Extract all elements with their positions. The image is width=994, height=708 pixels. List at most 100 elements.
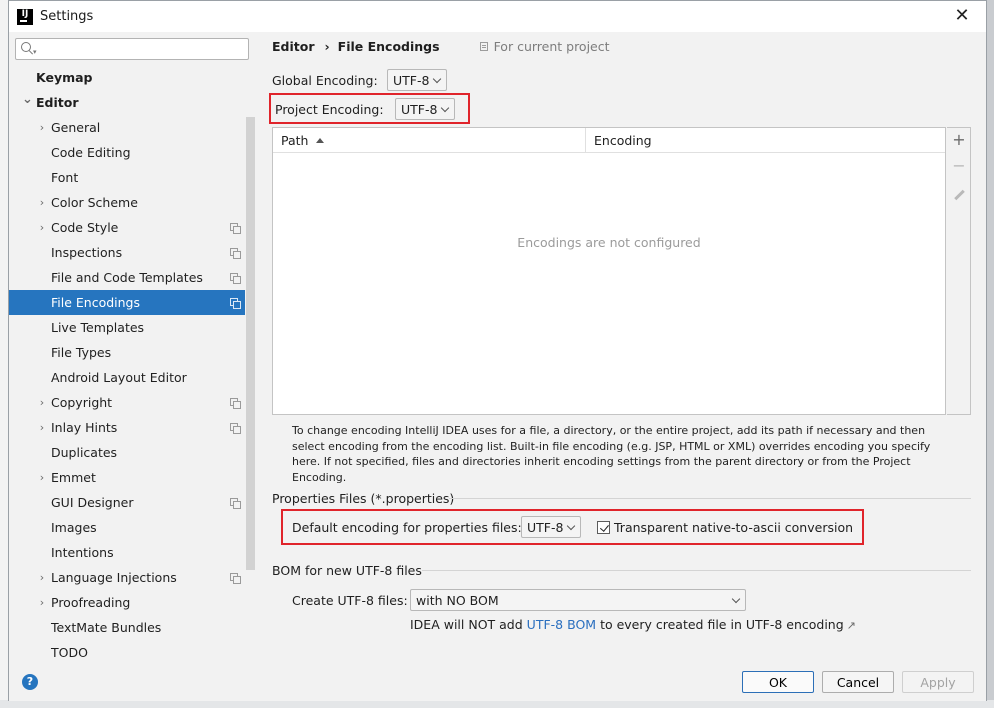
sidebar-item-textmate-bundles[interactable]: TextMate Bundles xyxy=(9,615,245,640)
sidebar-item-live-templates[interactable]: Live Templates xyxy=(9,315,245,340)
column-header-encoding[interactable]: Encoding xyxy=(586,128,652,152)
table-toolbar: + − xyxy=(947,127,971,415)
sidebar-item-intentions[interactable]: Intentions xyxy=(9,540,245,565)
chevron-right-icon[interactable]: › xyxy=(37,221,47,234)
chevron-down-icon[interactable]: ⌄ xyxy=(22,92,33,107)
sidebar-item-file-types[interactable]: File Types xyxy=(9,340,245,365)
properties-section-title: Properties Files (*.properties) xyxy=(272,491,455,506)
chevron-down-icon xyxy=(568,523,575,530)
chevron-right-icon[interactable]: › xyxy=(37,196,47,209)
chevron-right-icon[interactable]: › xyxy=(37,121,47,134)
chevron-right-icon[interactable]: › xyxy=(37,421,47,434)
sidebar-item-file-and-code-templates[interactable]: File and Code Templates xyxy=(9,265,245,290)
intellij-app-icon: IJ xyxy=(17,8,33,25)
breadcrumb-current: File Encodings xyxy=(337,39,440,54)
sidebar-item-label: Language Injections xyxy=(51,570,177,585)
sort-ascending-icon xyxy=(316,137,325,143)
sidebar-item-label: General xyxy=(51,120,101,135)
sidebar-item-duplicates[interactable]: Duplicates xyxy=(9,440,245,465)
sidebar-item-proofreading[interactable]: › Proofreading xyxy=(9,590,245,615)
settings-dialog: IJ Settings ✕ ▾ Keymap ⌄ Editor › General Cod… xyxy=(8,0,987,701)
utf8-bom-link[interactable]: UTF-8 BOM xyxy=(527,617,596,632)
chevron-right-icon[interactable]: › xyxy=(37,571,47,584)
encodings-table: Path Encoding Encodings are not configur… xyxy=(272,127,946,415)
encoding-description: To change encoding IntelliJ IDEA uses fo… xyxy=(292,424,931,484)
sidebar-item-emmet[interactable]: › Emmet xyxy=(9,465,245,490)
bom-section-title: BOM for new UTF-8 files xyxy=(272,563,422,578)
remove-icon[interactable]: − xyxy=(947,156,971,175)
sidebar-item-android-layout-editor[interactable]: Android Layout Editor xyxy=(9,365,245,390)
breadcrumb: Editor › File Encodings For current proj… xyxy=(272,39,610,54)
search-input[interactable] xyxy=(40,40,248,58)
sidebar-item-file-encodings[interactable]: File Encodings xyxy=(9,290,245,315)
sidebar-item-general[interactable]: › General xyxy=(9,115,245,140)
native-to-ascii-checkbox[interactable] xyxy=(597,521,610,534)
cancel-button[interactable]: Cancel xyxy=(822,671,894,693)
edit-pencil-icon[interactable] xyxy=(953,190,965,202)
settings-sidebar: ▾ Keymap ⌄ Editor › General Code Editing Font ›… xyxy=(9,32,255,669)
file-encodings-panel: Editor › File Encodings For current proj… xyxy=(255,32,988,669)
properties-encoding-select[interactable]: UTF-8 xyxy=(521,516,581,538)
dialog-footer: ? OK Cancel Apply xyxy=(9,669,986,701)
add-icon[interactable]: + xyxy=(947,130,971,149)
external-link-icon: ↗ xyxy=(846,619,856,632)
sidebar-item-inspections[interactable]: Inspections xyxy=(9,240,245,265)
properties-encoding-value: UTF-8 xyxy=(527,519,564,535)
sidebar-item-editor[interactable]: ⌄ Editor xyxy=(9,90,245,115)
project-encoding-select[interactable]: UTF-8 xyxy=(395,98,455,120)
sidebar-item-label: Android Layout Editor xyxy=(51,370,187,385)
sidebar-item-label: TextMate Bundles xyxy=(51,620,162,635)
sidebar-item-todo[interactable]: TODO xyxy=(9,640,245,665)
column-header-path[interactable]: Path xyxy=(273,128,586,152)
sidebar-item-inlay-hints[interactable]: › Inlay Hints xyxy=(9,415,245,440)
close-icon[interactable]: ✕ xyxy=(952,5,972,26)
bom-select-value: with NO BOM xyxy=(416,592,499,608)
column-path-label: Path xyxy=(281,132,309,148)
chevron-down-icon xyxy=(442,105,449,112)
sidebar-item-label: TODO xyxy=(51,645,88,660)
sidebar-item-font[interactable]: Font xyxy=(9,165,245,190)
table-header: Path Encoding xyxy=(273,128,945,153)
bom-select[interactable]: with NO BOM xyxy=(410,589,746,611)
sidebar-item-label: Editor xyxy=(36,95,79,110)
sidebar-scrollbar[interactable] xyxy=(246,117,255,570)
sidebar-item-code-editing[interactable]: Code Editing xyxy=(9,140,245,165)
sidebar-item-label: GUI Designer xyxy=(51,495,134,510)
sidebar-item-label: Copyright xyxy=(51,395,113,410)
empty-table-message: Encodings are not configured xyxy=(517,235,701,250)
sidebar-item-label: Proofreading xyxy=(51,595,131,610)
ok-button[interactable]: OK xyxy=(742,671,814,693)
window-title: Settings xyxy=(40,9,94,24)
chevron-right-icon[interactable]: › xyxy=(37,396,47,409)
project-encoding-value: UTF-8 xyxy=(401,101,438,117)
column-encoding-label: Encoding xyxy=(594,132,652,148)
sidebar-item-label: File and Code Templates xyxy=(51,270,203,285)
native-to-ascii-label[interactable]: Transparent native-to-ascii conversion xyxy=(614,520,853,535)
project-scope-icon xyxy=(230,498,241,509)
sidebar-item-label: Duplicates xyxy=(51,445,118,460)
properties-section-divider xyxy=(449,498,971,499)
help-icon[interactable]: ? xyxy=(22,674,38,690)
sidebar-item-code-style[interactable]: › Code Style xyxy=(9,215,245,240)
project-scope-icon xyxy=(230,248,241,259)
sidebar-item-language-injections[interactable]: › Language Injections xyxy=(9,565,245,590)
chevron-right-icon[interactable]: › xyxy=(37,471,47,484)
sidebar-item-label: Keymap xyxy=(36,70,93,85)
sidebar-item-keymap[interactable]: Keymap xyxy=(9,65,245,90)
project-scope-icon xyxy=(230,298,241,309)
sidebar-item-gui-designer[interactable]: GUI Designer xyxy=(9,490,245,515)
sidebar-item-label: Code Style xyxy=(51,220,119,235)
background-editor-bottom xyxy=(0,700,994,708)
apply-button[interactable]: Apply xyxy=(902,671,974,693)
bom-note-prefix: IDEA will NOT add xyxy=(410,617,523,632)
project-scope-icon xyxy=(479,42,488,51)
sidebar-item-label: Emmet xyxy=(51,470,96,485)
global-encoding-select[interactable]: UTF-8 xyxy=(387,69,447,91)
sidebar-item-color-scheme[interactable]: › Color Scheme xyxy=(9,190,245,215)
search-box[interactable]: ▾ xyxy=(15,38,249,60)
chevron-right-icon[interactable]: › xyxy=(37,596,47,609)
settings-tree: Keymap ⌄ Editor › General Code Editing Font › Co… xyxy=(9,65,245,665)
sidebar-item-images[interactable]: Images xyxy=(9,515,245,540)
sidebar-item-copyright[interactable]: › Copyright xyxy=(9,390,245,415)
breadcrumb-editor[interactable]: Editor xyxy=(272,39,315,54)
